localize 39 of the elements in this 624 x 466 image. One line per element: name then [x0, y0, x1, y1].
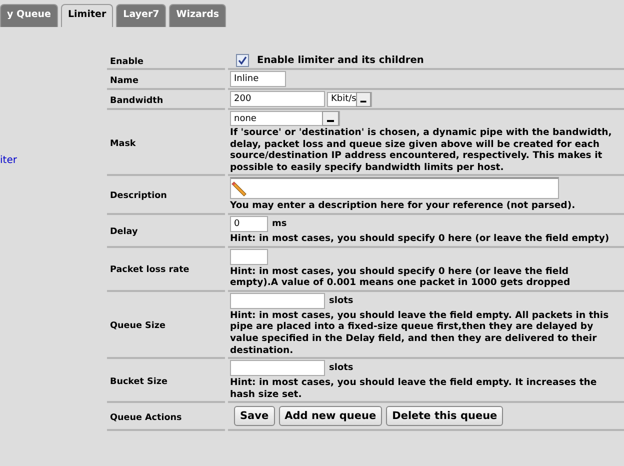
action-button[interactable]: Add new queue: [278, 406, 382, 426]
field-label: Packet loss rate: [110, 265, 190, 276]
hint-text: Hint: in most cases, you should specify 0 here (or leave the field empty): [230, 232, 610, 245]
unit-label: slots: [329, 296, 354, 306]
hint-text: Hint: in most cases, you should specify 0 here (or leave the field empty).A value of 0.001 means one packet in 1000 gets dropped: [230, 266, 572, 289]
sidebar-link[interactable]: iter: [0, 155, 17, 166]
tab[interactable]: Wizards: [169, 4, 226, 27]
input-field[interactable]: 200: [230, 91, 325, 107]
field-label: Queue Size: [110, 320, 166, 331]
field-label: Description: [110, 191, 167, 202]
input-field[interactable]: [230, 248, 268, 265]
unit-dropdown[interactable]: Kbit/s: [327, 92, 372, 106]
hint-text: If 'source' or 'destination' is chosen, a dynamic pipe with the bandwidth, delay, packet loss and queue size given above will be created for each source/destination IP address encountered, respectively. This makes it possible to easily specify bandwidth limits per host.: [230, 127, 613, 174]
tab[interactable]: y Queue: [0, 4, 58, 27]
input-field[interactable]: [230, 292, 325, 309]
field-label: Queue Actions: [110, 412, 182, 423]
field-label: Mask: [110, 138, 136, 149]
field-label: Bucket Size: [110, 376, 168, 387]
field-label: Enable: [110, 57, 144, 67]
hint-text: Hint: in most cases, you should leave the field empty. It increases the hash size set.: [230, 377, 598, 400]
input-field[interactable]: 0: [230, 216, 268, 232]
description-field[interactable]: [230, 177, 559, 200]
unit-label: slots: [329, 363, 354, 374]
hint-text: You may enter a description here for your reference (not parsed).: [230, 200, 576, 212]
checkbox-label: Enable limiter and its children: [257, 55, 424, 66]
action-button[interactable]: Save: [234, 406, 275, 426]
mask-dropdown[interactable]: none: [230, 111, 340, 126]
unit-label: ms: [272, 218, 287, 229]
tab[interactable]: Layer7: [116, 4, 166, 27]
enable-checkbox[interactable]: [236, 54, 249, 67]
field-label: Delay: [110, 226, 138, 237]
tab[interactable]: Limiter: [61, 4, 114, 27]
action-button[interactable]: Delete this queue: [386, 406, 504, 426]
pencil-icon: [231, 180, 249, 198]
input-field[interactable]: Inline: [230, 71, 286, 87]
field-label: Bandwidth: [110, 96, 164, 106]
hint-text: Hint: in most cases, you should leave the field empty. All packets in this pipe are placed into a fixed-size queue first,then they are delayed by value specified in the Delay field, and then they are delivered to their destination.: [230, 310, 610, 356]
field-label: Name: [110, 76, 138, 86]
input-field[interactable]: [230, 360, 325, 376]
